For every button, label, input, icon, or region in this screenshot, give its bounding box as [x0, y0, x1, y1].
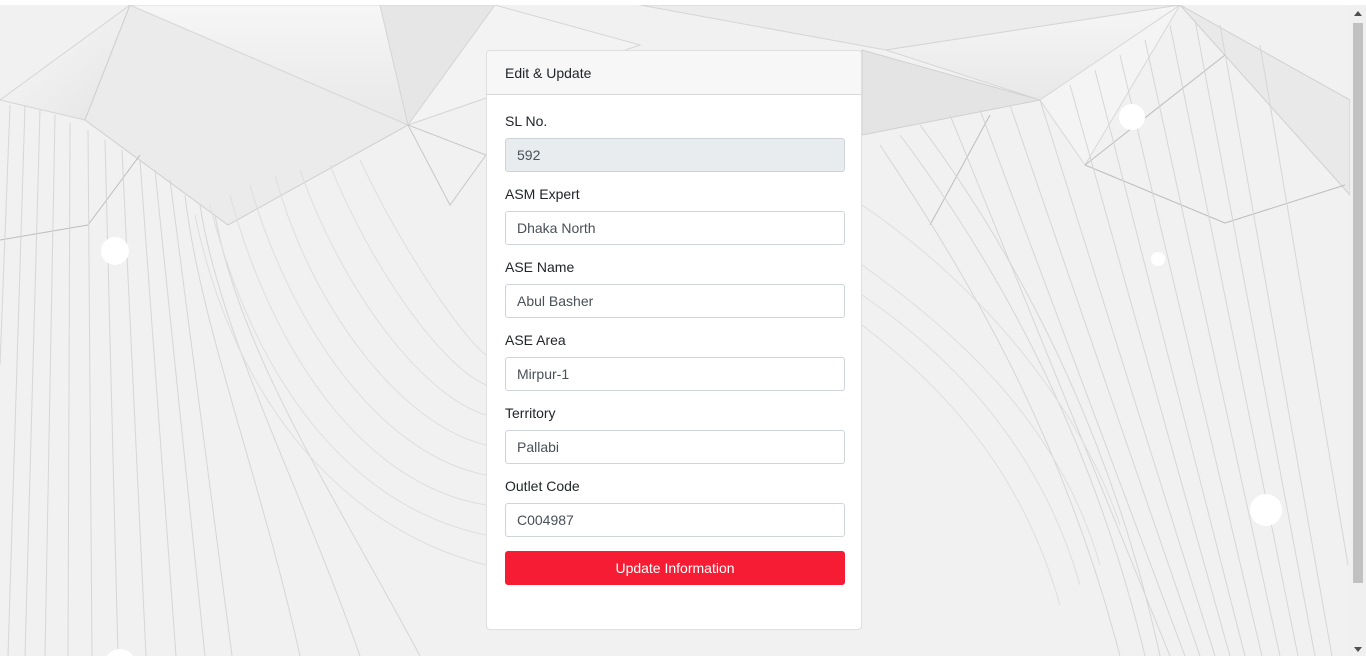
update-information-button[interactable]: Update Information	[505, 551, 845, 585]
scrollbar-thumb[interactable]	[1353, 23, 1363, 583]
outlet-code-label: Outlet Code	[505, 478, 580, 494]
scroll-down-arrow-icon[interactable]	[1354, 647, 1362, 652]
edit-update-card: Edit & Update SL No. ASM Expert ASE Name…	[486, 50, 862, 630]
ase-name-field[interactable]	[505, 284, 845, 318]
ase-name-group: ASE Name	[505, 259, 845, 318]
ase-name-label: ASE Name	[505, 259, 575, 275]
sl-no-group: SL No.	[505, 113, 845, 172]
scroll-up-arrow-icon[interactable]	[1354, 11, 1362, 16]
sl-no-field[interactable]	[505, 138, 845, 172]
territory-field[interactable]	[505, 430, 845, 464]
territory-label: Territory	[505, 405, 556, 421]
card-title: Edit & Update	[487, 51, 861, 95]
ase-area-label: ASE Area	[505, 332, 566, 348]
vertical-scrollbar[interactable]	[1350, 5, 1366, 656]
asm-expert-group: ASM Expert	[505, 186, 845, 245]
outlet-code-field[interactable]	[505, 503, 845, 537]
territory-group: Territory	[505, 405, 845, 464]
ase-area-field[interactable]	[505, 357, 845, 391]
sl-no-label: SL No.	[505, 113, 548, 129]
edit-form: SL No. ASM Expert ASE Name ASE Area Terr…	[487, 95, 861, 585]
asm-expert-label: ASM Expert	[505, 186, 580, 202]
ase-area-group: ASE Area	[505, 332, 845, 391]
asm-expert-field[interactable]	[505, 211, 845, 245]
page: Edit & Update SL No. ASM Expert ASE Name…	[0, 0, 1366, 656]
outlet-code-group: Outlet Code	[505, 478, 845, 537]
